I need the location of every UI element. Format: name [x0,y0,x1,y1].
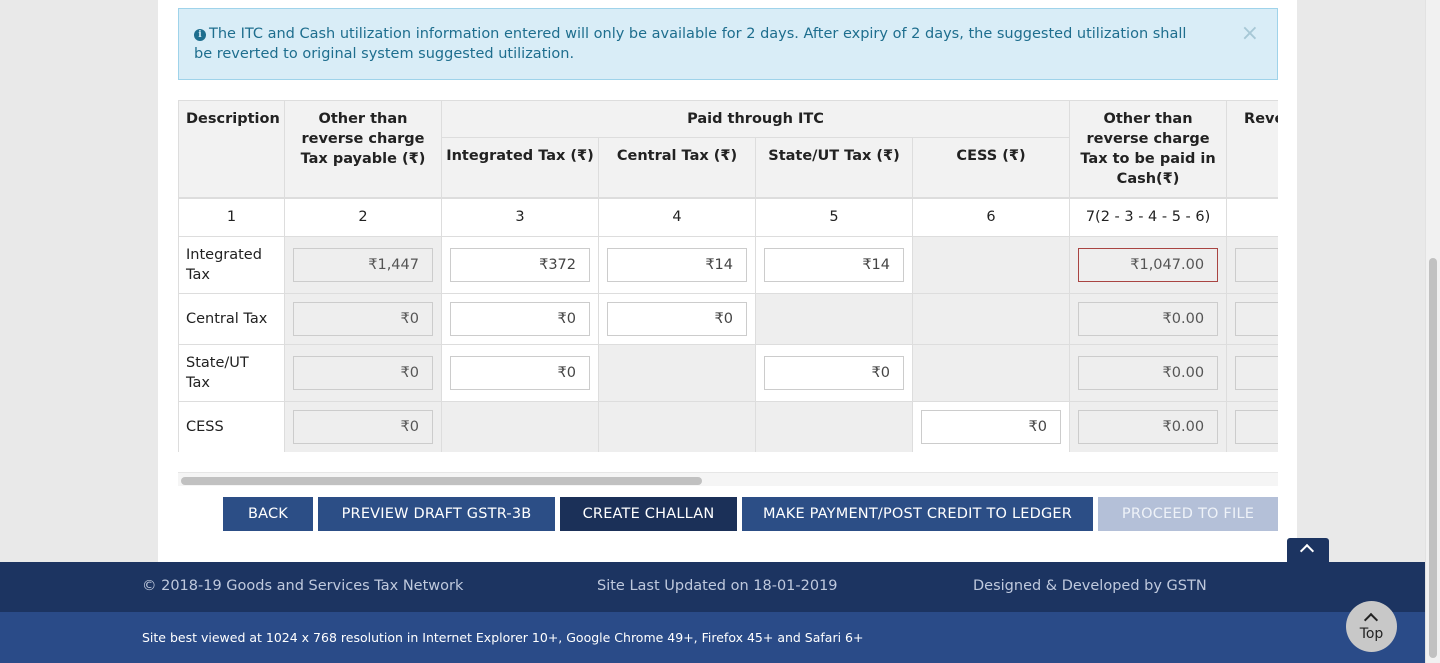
empty-cell [598,400,756,452]
footer-designed-by: Designed & Developed by GSTN [973,578,1207,594]
make-payment-button[interactable]: MAKE PAYMENT/POST CREDIT TO LEDGER [742,497,1093,531]
cgst-itc-input[interactable]: ₹0 [607,301,747,336]
tax-payable-field: ₹0 [293,301,433,336]
igst-itc-input[interactable]: ₹0 [450,355,590,390]
back-button[interactable]: BACK [223,497,313,531]
footer-last-updated: Site Last Updated on 18-01-2019 [597,578,838,594]
tax-payable-field: ₹0 [293,355,433,390]
col-number: 7(2 - 3 - 4 - 5 - 6) [1069,197,1228,237]
header-integrated-tax: Integrated Tax (₹) [441,137,599,199]
empty-cell [755,400,913,452]
table-row-central-tax: Central Tax ₹0 ₹0 ₹0 ₹0.00 [178,292,1278,345]
empty-cell [911,343,1071,402]
col-number [1226,197,1278,237]
back-to-top-button[interactable]: Top [1346,601,1397,652]
header-tax-payable: Other than reverse charge Tax payable (₹… [284,100,442,199]
header-reverse-charge: Reve Tax [1226,100,1278,199]
close-icon[interactable]: × [1241,23,1259,45]
reverse-charge-field [1235,355,1278,390]
info-alert: i The ITC and Cash utilization informatio… [178,8,1278,80]
cash-payable-field: ₹0.00 [1078,409,1219,444]
preview-draft-button[interactable]: PREVIEW DRAFT GSTR-3B [318,497,555,531]
info-circle-icon: i [194,29,206,41]
header-description: Description [178,100,285,199]
table-row-cess: CESS ₹0 ₹0 ₹0.00 [178,400,1278,452]
tax-payable-field: ₹0 [293,409,433,444]
header-state-tax: State/UT Tax (₹) [755,137,913,199]
sgst-itc-input[interactable]: ₹14 [764,247,904,282]
reverse-charge-field [1235,301,1278,336]
top-label: Top [1359,626,1384,642]
row-label: Central Tax [178,292,285,345]
column-number-row: 1 2 3 4 5 6 7(2 - 3 - 4 - 5 - 6) [178,197,1278,237]
sgst-itc-input[interactable]: ₹0 [764,355,904,390]
empty-cell [441,400,599,452]
header-paid-through-itc: Paid through ITC [440,100,1071,139]
table-row-integrated-tax: Integrated Tax ₹1,447 ₹372 ₹14 ₹14 ₹1,04… [178,235,1278,294]
row-label: State/UT Tax [178,343,285,402]
page-vertical-scrollbar[interactable] [1425,0,1440,663]
col-number: 6 [911,197,1071,237]
cash-payable-field: ₹1,047.00 [1078,247,1219,282]
proceed-to-file-button[interactable]: PROCEED TO FILE [1098,497,1278,531]
cash-payable-field: ₹0.00 [1078,301,1219,336]
footer-copyright: © 2018-19 Goods and Services Tax Network [142,578,464,594]
alert-message: The ITC and Cash utilization information… [194,26,1187,62]
tax-utilization-table-container: Description Other than reverse charge Ta… [178,100,1278,452]
footer: © 2018-19 Goods and Services Tax Network… [0,562,1425,612]
empty-cell [598,343,756,402]
header-central-tax: Central Tax (₹) [598,137,756,199]
scroll-up-tab[interactable] [1287,538,1329,562]
tax-utilization-table: Description Other than reverse charge Ta… [178,100,1278,452]
footer-bottom-bar: Site best viewed at 1024 x 768 resolutio… [0,612,1425,663]
row-label: CESS [178,400,285,452]
table-horizontal-scrollbar[interactable] [178,472,1278,486]
scrollbar-thumb[interactable] [1429,258,1437,658]
empty-cell [755,292,913,345]
empty-cell [911,292,1071,345]
col-number: 5 [755,197,913,237]
igst-itc-input[interactable]: ₹372 [450,247,590,282]
table-row-state-tax: State/UT Tax ₹0 ₹0 ₹0 ₹0.00 [178,343,1278,402]
header-cess: CESS (₹) [911,137,1071,199]
col-number: 1 [178,197,285,237]
reverse-charge-field [1235,409,1278,444]
chevron-up-icon [1299,543,1315,559]
col-number: 3 [441,197,599,237]
header-cash: Other than reverse charge Tax to be paid… [1069,100,1228,199]
chevron-up-icon [1363,612,1379,628]
col-number: 4 [598,197,756,237]
reverse-charge-field [1235,247,1278,282]
create-challan-button[interactable]: CREATE CHALLAN [560,497,737,531]
empty-cell [911,235,1071,294]
row-label: Integrated Tax [178,235,285,294]
col-number: 2 [284,197,442,237]
scrollbar-thumb[interactable] [181,477,702,485]
cgst-itc-input[interactable]: ₹14 [607,247,747,282]
cess-itc-input[interactable]: ₹0 [921,409,1061,444]
igst-itc-input[interactable]: ₹0 [450,301,590,336]
cash-payable-field: ₹0.00 [1078,355,1219,390]
footer-best-viewed: Site best viewed at 1024 x 768 resolutio… [142,630,864,645]
tax-payable-field: ₹1,447 [293,247,433,282]
